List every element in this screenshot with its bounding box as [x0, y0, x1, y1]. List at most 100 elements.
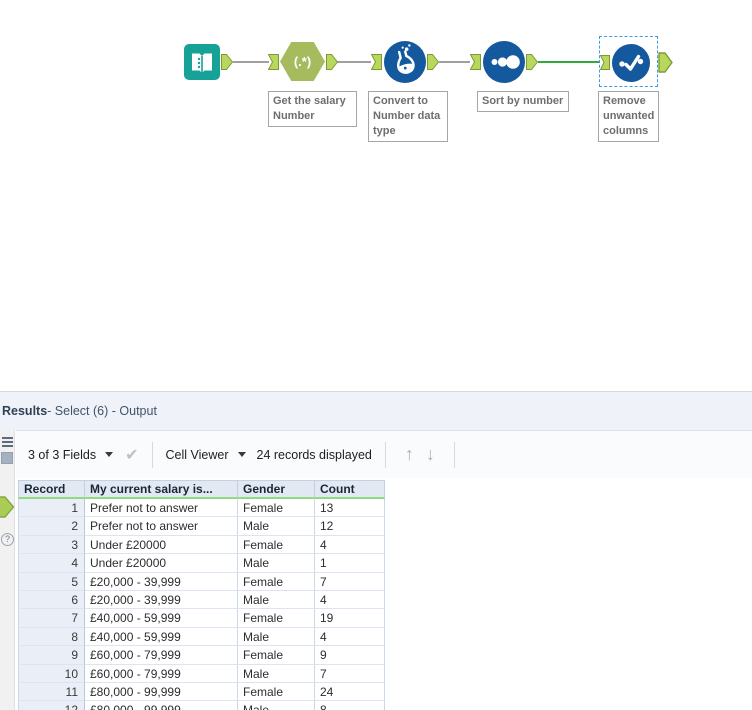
table-row[interactable]: 8 £40,000 - 59,999 Male 4	[18, 627, 385, 647]
table-cell[interactable]: Female	[238, 535, 315, 555]
output-anchor[interactable]	[526, 54, 539, 75]
table-row[interactable]: 5 £20,000 - 39,999 Female 7	[18, 572, 385, 591]
table-cell[interactable]: 5	[18, 572, 85, 591]
workflow-canvas[interactable]: (.*) Get the salary Number Convert to Nu…	[0, 0, 752, 391]
table-cell[interactable]: Under £20000	[85, 535, 238, 555]
chevron-down-icon[interactable]	[237, 452, 246, 457]
table-cell[interactable]: Under £20000	[85, 554, 238, 573]
output-anchor[interactable]	[326, 54, 339, 75]
table-cell[interactable]: Prefer not to answer	[85, 517, 238, 536]
connection-wire[interactable]	[233, 61, 269, 63]
input-anchor[interactable]	[370, 54, 382, 75]
table-cell[interactable]: 24	[315, 682, 385, 702]
table-row[interactable]: 11 £80,000 - 99,999 Female 24	[18, 682, 385, 702]
tool-annotation[interactable]: Remove unwanted columns	[598, 91, 659, 142]
connection-wire-selected[interactable]	[538, 61, 600, 63]
table-cell[interactable]: 12	[315, 517, 385, 536]
table-cell[interactable]: 4	[315, 590, 385, 610]
table-cell[interactable]: Female	[238, 572, 315, 591]
select-check-icon	[612, 44, 650, 86]
table-cell[interactable]: Prefer not to answer	[85, 499, 238, 518]
tool-formula[interactable]	[384, 41, 426, 88]
table-cell[interactable]: 11	[18, 682, 85, 702]
table-cell[interactable]: 6	[18, 590, 85, 610]
table-cell[interactable]: 4	[315, 627, 385, 647]
table-cell[interactable]: 2	[18, 517, 85, 536]
table-cell[interactable]: Male	[238, 517, 315, 536]
connection-wire[interactable]	[337, 61, 371, 63]
table-cell[interactable]: 8	[18, 627, 85, 647]
table-cell[interactable]: 9	[18, 646, 85, 665]
cell-viewer-dropdown[interactable]: Cell Viewer	[166, 448, 229, 462]
rail-config-button[interactable]	[1, 452, 13, 464]
table-cell[interactable]: 10	[18, 664, 85, 683]
table-cell[interactable]: 4	[315, 535, 385, 555]
table-cell[interactable]: 4	[18, 554, 85, 573]
table-cell[interactable]: £20,000 - 39,999	[85, 572, 238, 591]
table-cell[interactable]: £60,000 - 79,999	[85, 664, 238, 683]
table-cell[interactable]: £20,000 - 39,999	[85, 590, 238, 610]
apply-check-icon[interactable]: ✔	[125, 445, 138, 465]
table-cell[interactable]: 1	[315, 554, 385, 573]
fields-dropdown[interactable]: 3 of 3 Fields	[28, 448, 96, 462]
output-anchor[interactable]	[221, 54, 234, 75]
table-cell[interactable]: 13	[315, 499, 385, 518]
tool-annotation[interactable]: Get the salary Number	[268, 91, 357, 127]
connection-wire[interactable]	[439, 61, 470, 63]
table-cell[interactable]: £40,000 - 59,999	[85, 609, 238, 628]
table-row[interactable]: 12£80,000 - 99,999Male8	[18, 701, 385, 710]
output-anchor[interactable]	[427, 54, 440, 75]
output-anchor-button[interactable]	[0, 496, 15, 523]
table-cell[interactable]: Male	[238, 627, 315, 647]
input-anchor[interactable]	[469, 54, 481, 75]
table-cell[interactable]: £80,000 - 99,999	[85, 701, 238, 710]
scroll-up-icon[interactable]: ↑	[405, 444, 414, 465]
chevron-down-icon[interactable]	[105, 452, 114, 457]
column-header[interactable]: Count	[315, 480, 385, 499]
tool-regex[interactable]: (.*)	[280, 42, 325, 81]
tool-sort[interactable]	[483, 41, 525, 88]
table-cell[interactable]: 9	[315, 646, 385, 665]
table-row[interactable]: 4 Under £20000 Male 1	[18, 554, 385, 573]
table-cell[interactable]: Male	[238, 701, 315, 710]
table-row[interactable]: 7 £40,000 - 59,999 Female 19	[18, 609, 385, 628]
table-cell[interactable]: 7	[18, 609, 85, 628]
table-cell[interactable]: 3	[18, 535, 85, 555]
table-cell[interactable]: Male	[238, 664, 315, 683]
column-header[interactable]: My current salary is...	[85, 480, 238, 499]
toolbar-divider	[384, 441, 386, 468]
table-cell[interactable]: 7	[315, 572, 385, 591]
table-cell[interactable]: Male	[238, 554, 315, 573]
table-row[interactable]: 1 Prefer not to answer Female 13	[18, 499, 385, 518]
column-header[interactable]: Record	[18, 480, 85, 499]
table-cell[interactable]: 7	[315, 664, 385, 683]
table-row[interactable]: 10 £60,000 - 79,999 Male 7	[18, 664, 385, 683]
table-cell[interactable]: £40,000 - 59,999	[85, 627, 238, 647]
column-header[interactable]: Gender	[238, 480, 315, 499]
table-cell[interactable]: 1	[18, 499, 85, 518]
menu-icon[interactable]	[2, 437, 13, 449]
table-cell[interactable]: Female	[238, 499, 315, 518]
table-row[interactable]: 9 £60,000 - 79,999 Female 9	[18, 646, 385, 665]
table-cell[interactable]: £60,000 - 79,999	[85, 646, 238, 665]
table-cell[interactable]: 12	[18, 701, 85, 710]
table-row[interactable]: 3 Under £20000 Female 4	[18, 535, 385, 555]
tool-annotation[interactable]: Convert to Number data type	[368, 91, 448, 142]
table-cell[interactable]: 19	[315, 609, 385, 628]
table-cell[interactable]: 8	[315, 701, 385, 710]
tool-input-data[interactable]	[184, 44, 220, 85]
output-anchor[interactable]	[658, 52, 673, 78]
help-icon[interactable]: ?	[1, 533, 14, 546]
table-row[interactable]: 2 Prefer not to answer Male 12	[18, 517, 385, 536]
input-anchor[interactable]	[599, 55, 610, 75]
input-anchor[interactable]	[267, 54, 279, 75]
tool-annotation[interactable]: Sort by number	[477, 91, 569, 112]
table-cell[interactable]: Female	[238, 609, 315, 628]
table-cell[interactable]: Male	[238, 590, 315, 610]
table-cell[interactable]: £80,000 - 99,999	[85, 682, 238, 702]
scroll-down-icon[interactable]: ↓	[426, 444, 435, 465]
table-cell[interactable]: Female	[238, 682, 315, 702]
tool-select[interactable]	[612, 44, 650, 87]
table-row[interactable]: 6 £20,000 - 39,999 Male 4	[18, 590, 385, 610]
table-cell[interactable]: Female	[238, 646, 315, 665]
